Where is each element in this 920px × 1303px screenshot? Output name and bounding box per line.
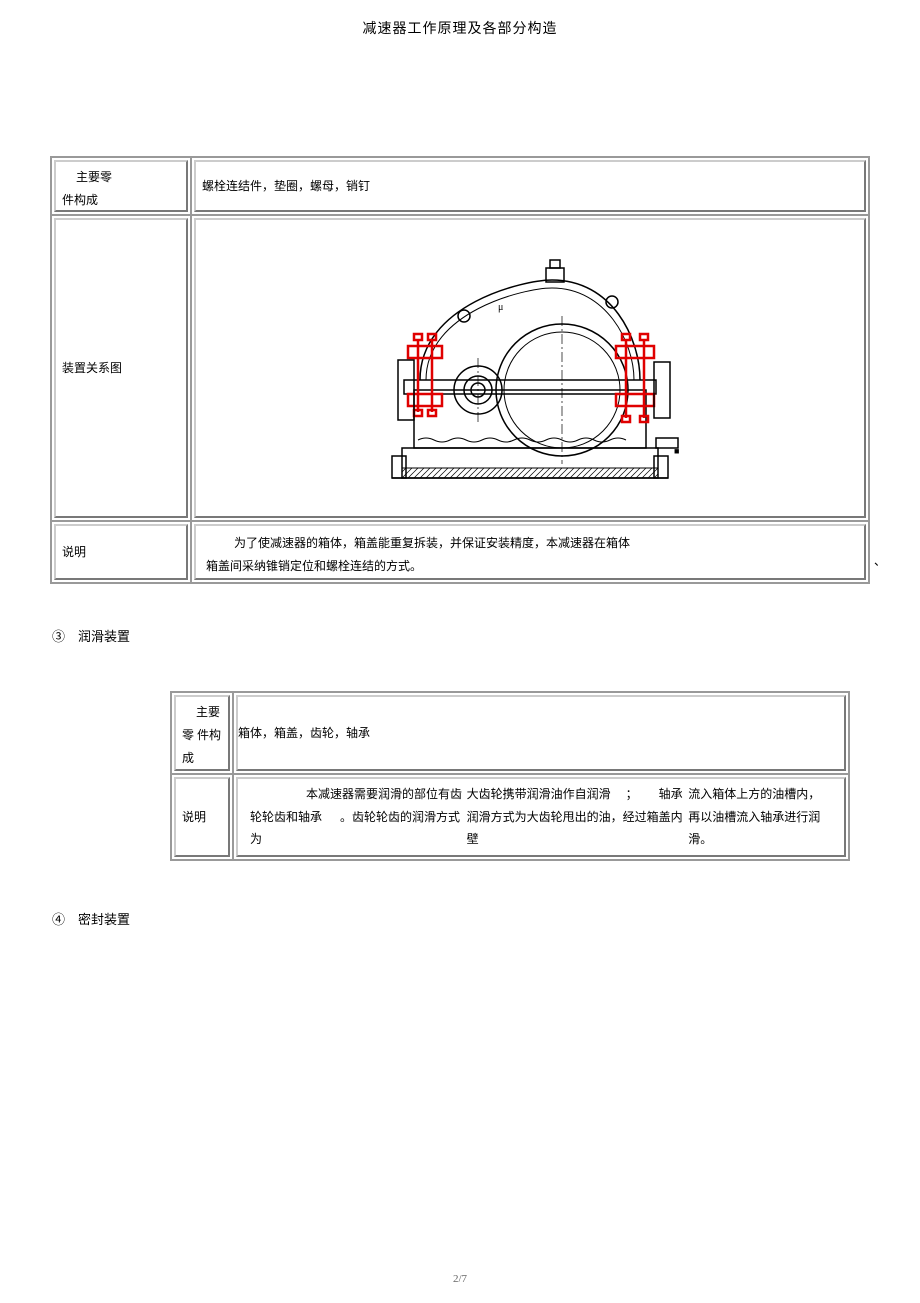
page-number: 2/7 [453,1273,467,1285]
parts-value-cell: 螺栓连结件，垫圈，螺母，销钉 [194,160,866,212]
parts-value: 螺栓连结件，垫圈，螺母，销钉 [202,175,370,198]
overhang-punct: 、 [874,552,886,569]
lubrication-table: 主要 零 件构 成 箱体，箱盖，齿轮，轴承 说明 [170,691,850,861]
description-label-cell: 说明 [54,524,188,580]
desc-l2b: ； [626,787,638,801]
description-value-cell: 为了使减速器的箱体，箱盖能重复拆装，并保证安装精度，本减速器在箱体 箱盖间采纳锥… [194,524,866,580]
desc-line2: 大齿轮携带润滑油作自润滑 ； 轴承润滑方式为大齿轮甩出的油，经过箱盖内壁 [467,783,689,851]
section-title: 润滑装置 [78,629,130,644]
diagram-mark-right: ■ [674,446,679,456]
desc-line1: 本减速器需要润滑的部位有齿轮轮齿和轴承 。齿轮轮齿的润滑方式为 [250,783,467,851]
label-text-line1: 主要零 [62,166,112,189]
parts-label-cell: 主要 零 件构 成 [174,695,230,771]
table-row: 说明 本减速器需要润滑的部位有齿轮轮齿和轴承 。齿轮轮齿的润滑方式为 大齿轮携带… [171,774,849,860]
diagram-label-cell: 装置关系图 [54,218,188,518]
label-line1: 主要 [182,701,220,724]
desc-line3: 流入箱体上方的油槽内，再以油槽流入轴承进行润滑。 [688,783,832,851]
page-footer: 2/7 [0,1273,920,1285]
gearbox-diagram: μ ■ [374,242,686,494]
label-line3: 成 [182,751,194,765]
table-row: 主要零 件构成 螺栓连结件，垫圈，螺母，销钉 [51,157,869,215]
page-header: 减速器工作原理及各部分构造 [0,0,920,38]
diagram-label: 装置关系图 [62,357,122,380]
section-marker: ④ [52,912,65,927]
content-area: 主要零 件构成 螺栓连结件，垫圈，螺母，销钉 装置关系图 [0,156,920,928]
description-label-cell: 说明 [174,777,230,857]
table-row: 说明 为了使减速器的箱体，箱盖能重复拆装，并保证安装精度，本减速器在箱体 箱盖间… [51,521,869,583]
desc-l2a: 大齿轮携带润滑油作自润滑 [467,787,611,801]
description-line1: 为了使减速器的箱体，箱盖能重复拆装，并保证安装精度，本减速器在箱体 [206,532,854,555]
document-title: 减速器工作原理及各部分构造 [363,22,558,37]
description-line2: 箱盖间采纳锥销定位和螺栓连结的方式。 [206,555,854,578]
section-heading-lubrication: ③ 润滑装置 [52,626,870,645]
section-heading-seal: ④ 密封装置 [52,909,870,928]
parts-label-cell: 主要零 件构成 [54,160,188,212]
parts-value: 箱体，箱盖，齿轮，轴承 [238,722,370,745]
description-value-cell: 本减速器需要润滑的部位有齿轮轮齿和轴承 。齿轮轮齿的润滑方式为 大齿轮携带润滑油… [236,777,846,857]
section-marker: ③ [52,629,65,644]
label-line2-left: 零 件构 [182,728,221,742]
parts-value-cell: 箱体，箱盖，齿轮，轴承 [236,695,846,771]
diagram-cell: μ ■ [194,218,866,518]
description-label: 说明 [62,541,86,564]
table-row: 主要 零 件构 成 箱体，箱盖，齿轮，轴承 [171,692,849,774]
description-label: 说明 [182,806,206,829]
diagram-mark: μ [498,302,503,313]
section-title: 密封装置 [78,912,130,927]
assembly-table: 主要零 件构成 螺栓连结件，垫圈，螺母，销钉 装置关系图 [50,156,870,584]
label-text-line2: 件构成 [62,193,98,207]
table-row: 装置关系图 [51,215,869,521]
